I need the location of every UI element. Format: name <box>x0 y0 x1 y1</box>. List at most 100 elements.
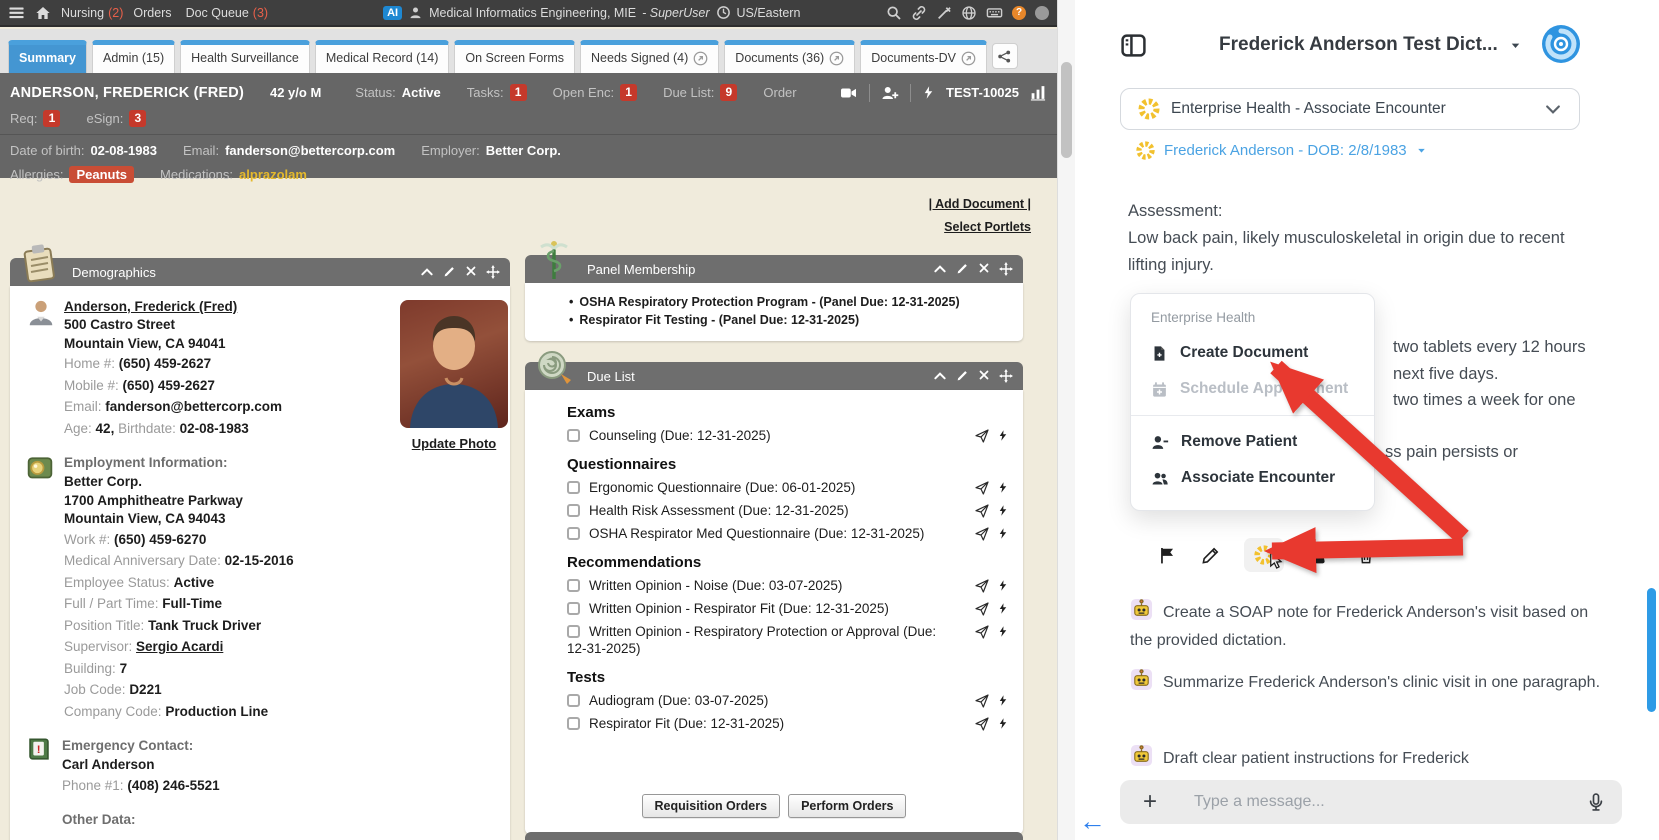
chevron-down-icon[interactable] <box>1543 99 1563 119</box>
patient-name-link[interactable]: Anderson, Frederick (Fred) <box>64 299 237 314</box>
tab-needs-signed[interactable]: Needs Signed (4) <box>580 40 719 73</box>
checkbox[interactable] <box>567 717 580 730</box>
move-icon[interactable] <box>486 265 500 279</box>
send-icon[interactable] <box>974 480 990 496</box>
menu-item-create-document[interactable]: Create Document <box>1131 335 1374 371</box>
send-icon[interactable] <box>974 601 990 617</box>
panel-membership-header[interactable]: Panel Membership <box>525 255 1023 283</box>
collapse-panel-arrow[interactable]: ← <box>1079 806 1106 837</box>
mic-icon[interactable] <box>1586 791 1606 813</box>
requisition-orders-button[interactable]: Requisition Orders <box>642 794 781 818</box>
checkbox[interactable] <box>567 504 580 517</box>
edit-icon[interactable] <box>956 369 969 382</box>
external-link-icon[interactable] <box>961 51 976 66</box>
checkbox[interactable] <box>567 429 580 442</box>
checkbox[interactable] <box>567 694 580 707</box>
enterprise-actions-button[interactable] <box>1244 538 1284 572</box>
keyboard-icon[interactable] <box>986 4 1003 21</box>
flag-icon[interactable] <box>1158 546 1177 565</box>
external-link-icon[interactable] <box>693 51 708 66</box>
checkbox[interactable] <box>567 579 580 592</box>
avatar-circle[interactable] <box>1035 6 1049 20</box>
panel-toggle-icon[interactable] <box>1120 32 1147 59</box>
demographics-header[interactable]: Demographics <box>10 258 510 286</box>
tab-health-surveillance[interactable]: Health Surveillance <box>180 40 310 73</box>
tab-settings-button[interactable] <box>992 43 1018 69</box>
checkbox[interactable] <box>567 602 580 615</box>
patient-context-row[interactable]: Frederick Anderson - DOB: 2/8/1983 <box>1135 140 1428 161</box>
bolt-icon[interactable] <box>997 526 1009 541</box>
tasks-counter[interactable]: Tasks:1 <box>467 84 527 101</box>
bolt-icon[interactable] <box>997 578 1009 593</box>
tab-on-screen-forms[interactable]: On Screen Forms <box>454 40 575 73</box>
req-counter[interactable]: Req:1 <box>10 110 60 127</box>
caret-down-icon[interactable] <box>1508 38 1523 53</box>
tab-admin[interactable]: Admin (15) <box>92 40 175 73</box>
trash-icon[interactable] <box>1357 546 1375 565</box>
tab-summary[interactable]: Summary <box>8 40 87 73</box>
suggestion-prompt[interactable]: Create a SOAP note for Frederick Anderso… <box>1130 598 1610 655</box>
link-icon[interactable] <box>911 5 927 21</box>
move-icon[interactable] <box>999 369 1013 383</box>
send-icon[interactable] <box>974 693 990 709</box>
hamburger-menu-icon[interactable] <box>8 4 25 21</box>
allergy-badge[interactable]: Peanuts <box>69 166 134 183</box>
tab-documents[interactable]: Documents (36) <box>724 40 855 73</box>
edit-icon[interactable] <box>443 265 456 278</box>
suggestion-prompt[interactable]: Draft clear patient instructions for Fre… <box>1130 744 1610 773</box>
send-icon[interactable] <box>974 716 990 732</box>
bolt-icon[interactable] <box>921 84 936 101</box>
close-icon[interactable] <box>978 262 990 274</box>
close-icon[interactable] <box>978 369 990 381</box>
globe-icon[interactable] <box>961 5 977 21</box>
send-icon[interactable] <box>974 428 990 444</box>
wand-icon[interactable] <box>936 5 952 21</box>
video-icon[interactable] <box>838 84 859 102</box>
patient-context-link[interactable]: Frederick Anderson - DOB: 2/8/1983 <box>1164 142 1407 159</box>
external-link-icon[interactable] <box>829 51 844 66</box>
assistant-scrollbar-thumb[interactable] <box>1647 588 1656 712</box>
nav-nursing[interactable]: Nursing(2) <box>61 6 123 20</box>
select-portlets-link[interactable]: Select Portlets <box>929 216 1031 239</box>
add-document-link[interactable]: | Add Document | <box>929 193 1031 216</box>
chart-icon[interactable] <box>1029 84 1047 101</box>
person-add-icon[interactable] <box>880 84 900 102</box>
bolt-icon[interactable] <box>997 428 1009 443</box>
edit-icon[interactable] <box>956 262 969 275</box>
send-icon[interactable] <box>974 624 990 640</box>
pencil-icon[interactable] <box>1201 546 1220 565</box>
message-input[interactable] <box>1194 793 1578 811</box>
send-icon[interactable] <box>974 503 990 519</box>
home-icon[interactable] <box>35 5 51 21</box>
collapse-icon[interactable] <box>420 265 434 279</box>
due-list-header[interactable]: Due List <box>525 362 1023 390</box>
bolt-icon[interactable] <box>997 693 1009 708</box>
bolt-icon[interactable] <box>997 503 1009 518</box>
conversation-title[interactable]: Frederick Anderson Test Dict... <box>1219 34 1498 56</box>
nav-orders[interactable]: Orders <box>133 6 175 20</box>
open-enc-counter[interactable]: Open Enc:1 <box>553 84 637 101</box>
send-icon[interactable] <box>974 578 990 594</box>
ai-badge[interactable]: AI <box>383 6 402 20</box>
checkbox[interactable] <box>567 481 580 494</box>
order-link[interactable]: Order <box>763 85 796 100</box>
bolt-icon[interactable] <box>997 716 1009 731</box>
scrollbar-thumb[interactable] <box>1061 62 1072 158</box>
esign-counter[interactable]: eSign:3 <box>86 110 146 127</box>
search-icon[interactable] <box>886 5 902 21</box>
thumbs-feedback-icon[interactable] <box>1308 545 1333 566</box>
due-list-counter[interactable]: Due List:9 <box>663 84 737 101</box>
supervisor-link[interactable]: Sergio Acardi <box>136 639 223 654</box>
medication-value[interactable]: alprazolam <box>239 167 307 182</box>
tab-medical-record[interactable]: Medical Record (14) <box>315 40 450 73</box>
nav-doc-queue[interactable]: Doc Queue(3) <box>186 6 269 20</box>
checkbox[interactable] <box>567 625 580 638</box>
left-pane-scrollbar[interactable] <box>1057 0 1075 840</box>
close-icon[interactable] <box>465 265 477 277</box>
context-select[interactable]: Enterprise Health - Associate Encounter <box>1120 88 1580 130</box>
tab-documents-dv[interactable]: Documents-DV <box>860 40 987 73</box>
attach-button[interactable]: + <box>1136 788 1164 816</box>
bolt-icon[interactable] <box>997 601 1009 616</box>
collapse-icon[interactable] <box>933 262 947 276</box>
send-icon[interactable] <box>974 526 990 542</box>
